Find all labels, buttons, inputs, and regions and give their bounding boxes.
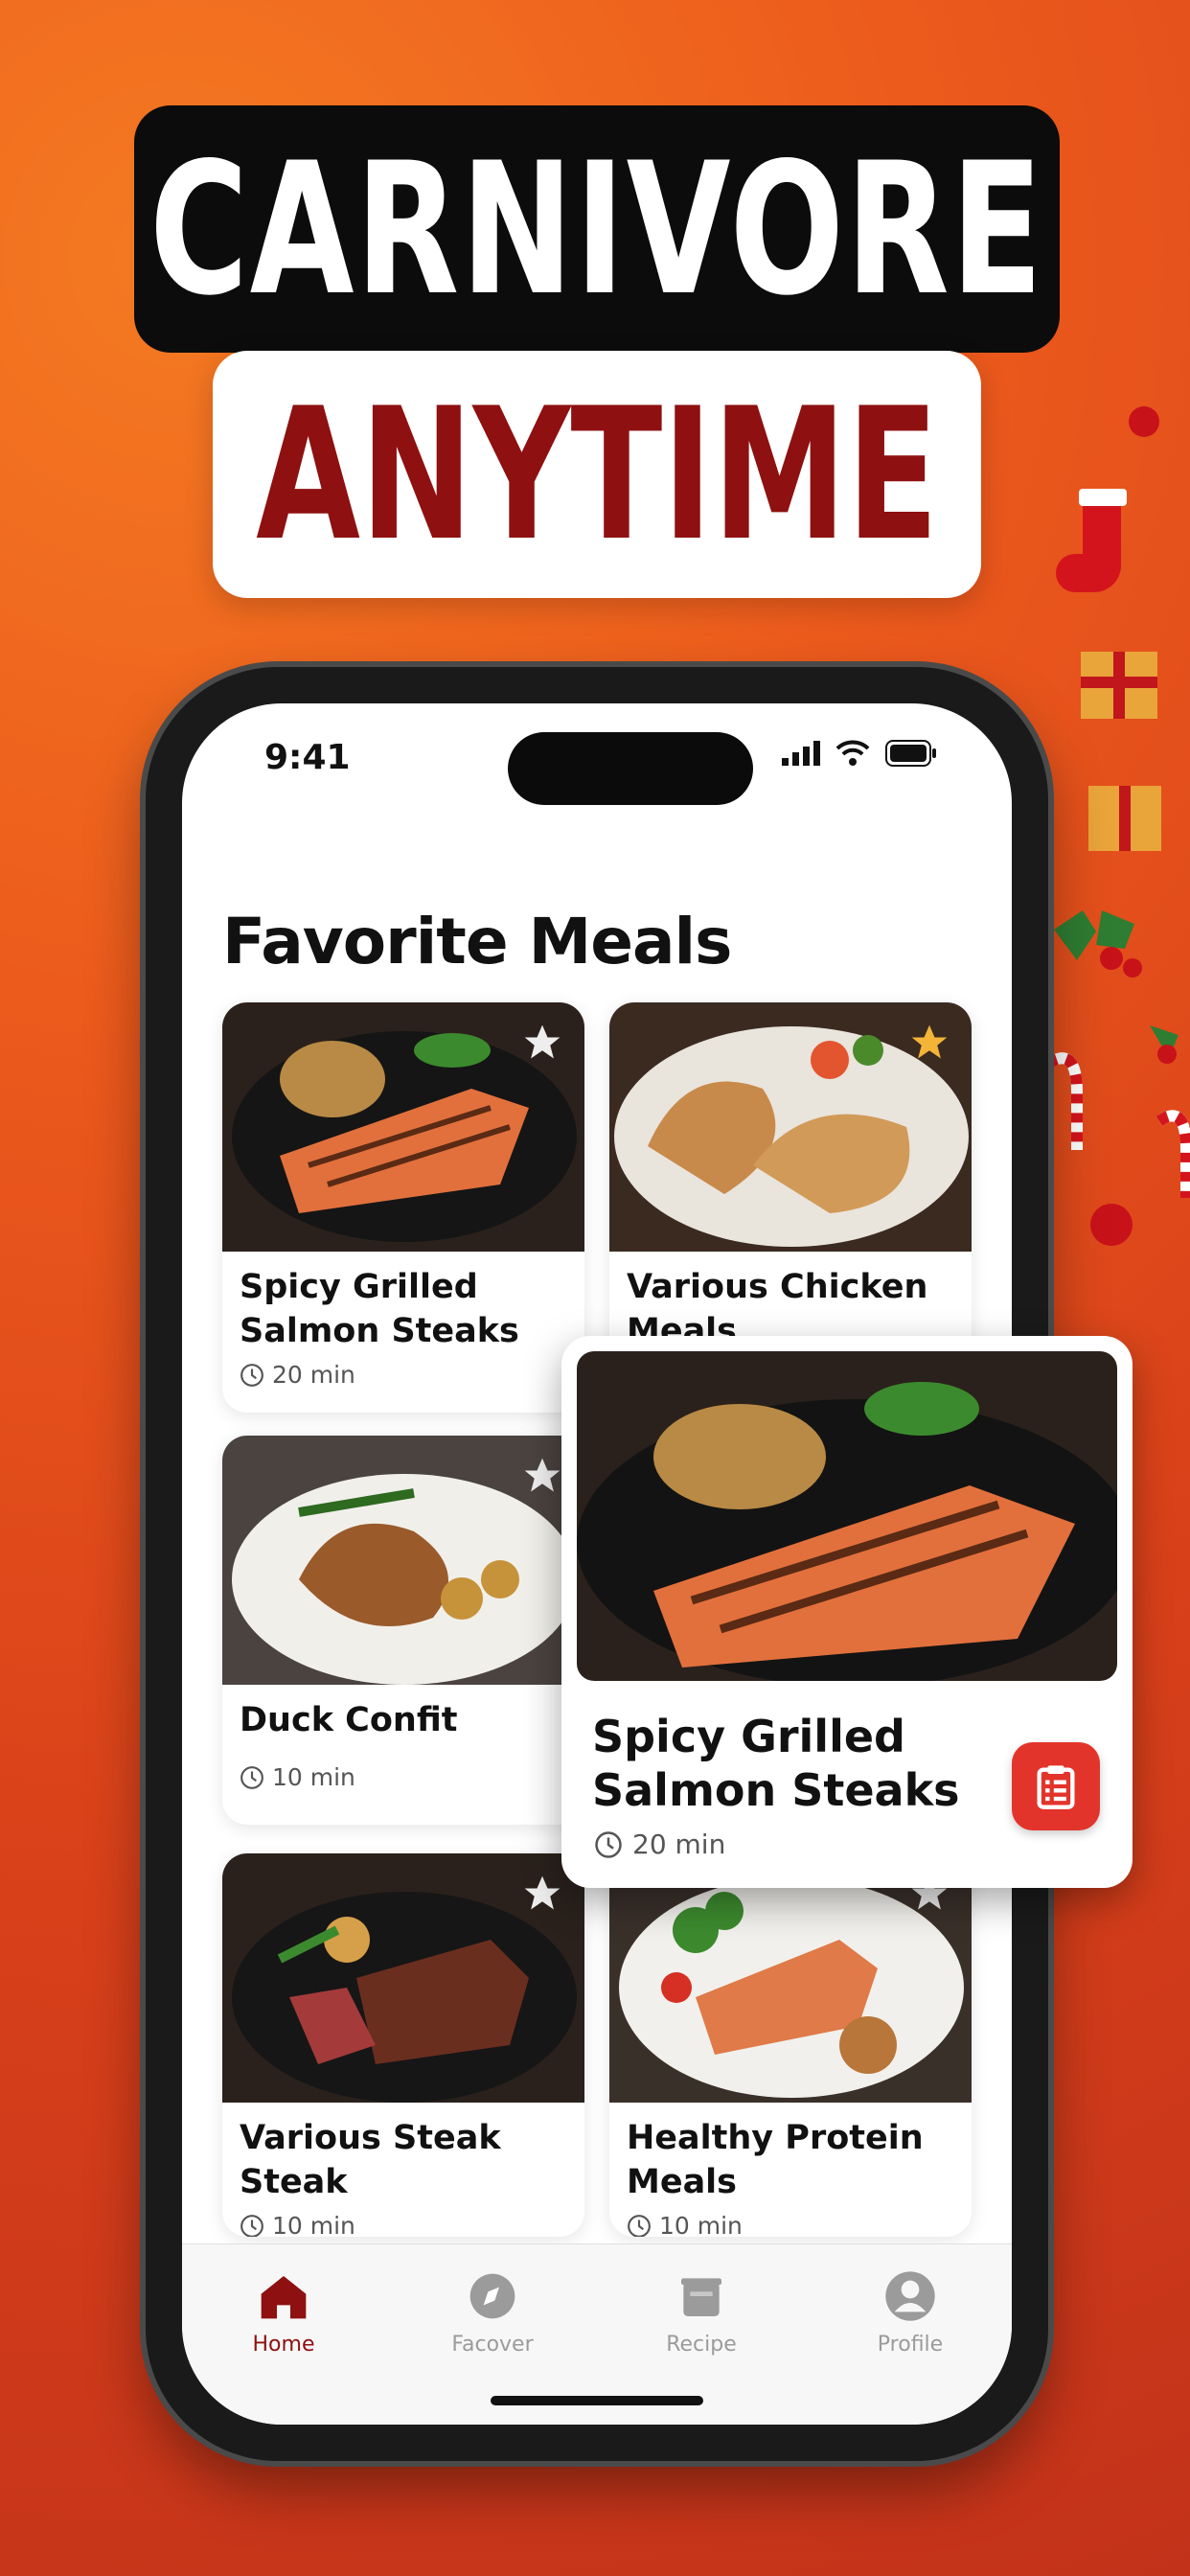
featured-title: Spicy Grilled Salmon Steaks (592, 1711, 960, 1816)
meal-card-steak[interactable]: Various Steak Steak 10 min (222, 1853, 584, 2237)
meal-card-protein[interactable]: Healthy Protein Meals 10 min (609, 1853, 972, 2237)
pot-icon (681, 2278, 721, 2316)
clock-icon (595, 1830, 622, 1858)
meal-card-duck[interactable]: Duck Confit 10 min (222, 1436, 584, 1825)
star-icon[interactable] (908, 1022, 950, 1064)
card-time: 10 min (240, 2212, 355, 2237)
salmon-detail-image (577, 1351, 1117, 1681)
signal-icon (782, 741, 820, 766)
home-icon (261, 2276, 307, 2319)
profile-icon (885, 2271, 935, 2321)
headline-line2-box: ANYTIME (213, 351, 981, 598)
page-title: Favorite Meals (222, 905, 732, 978)
clock-icon (240, 1765, 263, 1789)
card-time-label: 10 min (272, 2212, 355, 2237)
card-title: Duck Confit (240, 1701, 458, 1739)
card-time-label: 20 min (272, 1361, 355, 1389)
compass-icon (469, 2273, 515, 2319)
headline-line2: ANYTIME (255, 368, 939, 581)
tab-label: Home (252, 2333, 315, 2357)
clipboard-icon (1037, 1765, 1075, 1809)
dynamic-island (508, 732, 753, 805)
wifi-icon (835, 740, 870, 766)
featured-meal-card[interactable]: Spicy Grilled Salmon Steaks 20 min (561, 1336, 1133, 1888)
card-time: 10 min (240, 1763, 355, 1791)
star-icon[interactable] (521, 1455, 563, 1497)
tab-recipe[interactable]: Recipe (634, 2269, 768, 2357)
clock-icon (240, 2214, 263, 2237)
card-time-label: 10 min (272, 1763, 355, 1791)
tab-label: Recipe (666, 2333, 737, 2357)
tab-facover[interactable]: Facover (425, 2269, 560, 2357)
tab-home[interactable]: Home (217, 2269, 351, 2357)
clock-icon (628, 2214, 651, 2237)
star-icon[interactable] (521, 1022, 563, 1064)
tab-bar: Home Facover Recipe Profile (182, 2243, 1012, 2425)
clock-icon (240, 1363, 263, 1387)
card-title: Various Steak Steak (240, 2119, 501, 2201)
home-indicator (491, 2396, 703, 2405)
card-title: Spicy Grilled Salmon Steaks (240, 1268, 519, 1350)
headline-line1: CARNIVORE (149, 123, 1044, 335)
card-time: 20 min (240, 1361, 355, 1389)
card-title: Healthy Protein Meals (627, 2119, 924, 2201)
status-icons (782, 740, 937, 767)
headline-line1-box: CARNIVORE (134, 105, 1060, 353)
featured-time-label: 20 min (632, 1828, 726, 1860)
status-time: 9:41 (264, 738, 351, 777)
card-time: 10 min (627, 2212, 743, 2237)
star-icon[interactable] (521, 1873, 563, 1915)
featured-time: 20 min (594, 1828, 725, 1860)
recipe-button[interactable] (1012, 1742, 1100, 1830)
tab-label: Profile (877, 2333, 944, 2357)
card-time-label: 10 min (659, 2212, 743, 2237)
tab-profile[interactable]: Profile (843, 2269, 977, 2357)
christmas-decorations (1044, 406, 1190, 1246)
battery-icon (885, 740, 936, 767)
meal-card-salmon[interactable]: Spicy Grilled Salmon Steaks 20 min (222, 1002, 584, 1413)
tab-label: Facover (451, 2333, 534, 2357)
